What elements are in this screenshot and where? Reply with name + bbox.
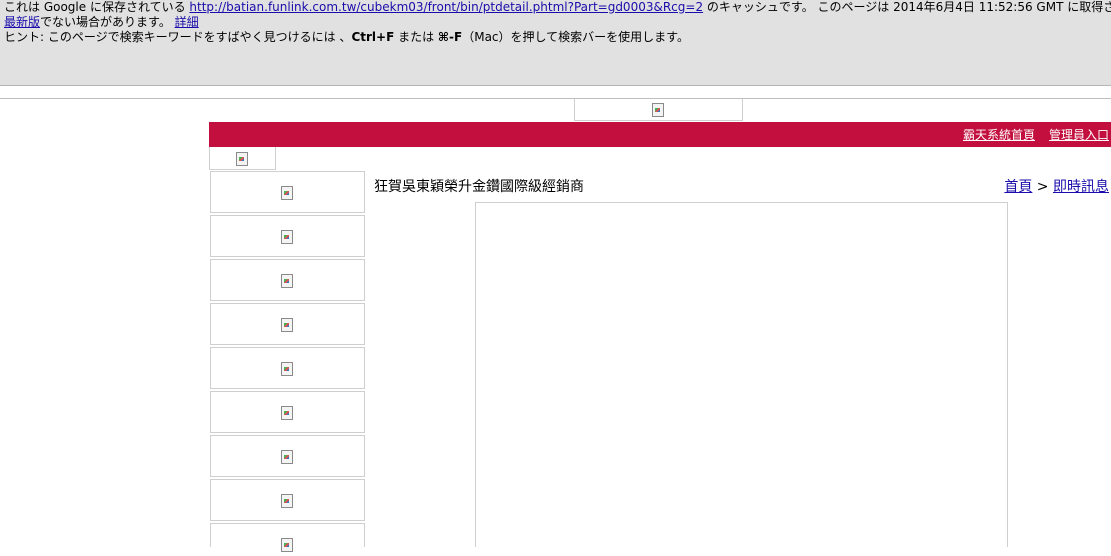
details-link[interactable]: 詳細 xyxy=(175,15,199,29)
nav-link-admin-login[interactable]: 管理員入口 xyxy=(1049,128,1109,142)
hint-prefix: ヒント: このページで検索キーワードをすばやく見つけるには 、 xyxy=(4,30,352,44)
sidebar-item-8[interactable] xyxy=(210,479,365,521)
hint-suffix: （Mac）を押して検索バーを使用します。 xyxy=(462,30,689,44)
broken-image-icon xyxy=(281,494,294,508)
site-logo xyxy=(574,99,743,121)
sidebar-item-3[interactable] xyxy=(210,259,365,301)
broken-image-icon xyxy=(281,230,294,244)
divider xyxy=(0,98,1111,99)
header-nav-bar: 霸天系統首頁 管理員入口 xyxy=(209,122,1111,147)
breadcrumb-home-link[interactable]: 首頁 xyxy=(1004,179,1032,195)
broken-image-icon xyxy=(652,103,665,117)
cache-version-line: 最新版でない場合があります。 詳細 xyxy=(4,15,1111,30)
sidebar-item-1[interactable] xyxy=(210,171,365,213)
hint-mid: または xyxy=(394,30,438,44)
article-content-frame xyxy=(475,202,1008,547)
cache-version-text: でない場合があります。 xyxy=(40,15,175,29)
sidebar-item-2[interactable] xyxy=(210,215,365,257)
sidebar-item-7[interactable] xyxy=(210,435,365,477)
cached-url-link[interactable]: http://batian.funlink.com.tw/cubekm03/fr… xyxy=(189,0,703,14)
broken-image-icon xyxy=(281,274,294,288)
latest-version-link[interactable]: 最新版 xyxy=(4,15,40,29)
sidebar-item-4[interactable] xyxy=(210,303,365,345)
breadcrumb-current-link[interactable]: 即時訊息 xyxy=(1053,179,1109,195)
broken-image-icon xyxy=(281,538,294,552)
hint-shortcut-cmd-f: ⌘-F xyxy=(437,30,463,44)
broken-image-icon xyxy=(281,406,294,420)
page-title: 狂賀吳東穎榮升金鑽國際級經銷商 xyxy=(374,179,584,195)
sidebar-item-5[interactable] xyxy=(210,347,365,389)
broken-image-icon xyxy=(281,450,294,464)
search-hint-line: ヒント: このページで検索キーワードをすばやく見つけるには 、Ctrl+F また… xyxy=(4,30,1111,45)
cache-info-prefix: これは Google に保存されている xyxy=(4,0,190,14)
broken-image-icon xyxy=(281,362,294,376)
sidebar-item-6[interactable] xyxy=(210,391,365,433)
breadcrumb: 首頁 > 即時訊息 xyxy=(1004,176,1109,196)
broken-image-icon xyxy=(281,186,294,200)
header-nav-links: 霸天系統首頁 管理員入口 xyxy=(949,126,1109,143)
nav-link-system-home[interactable]: 霸天系統首頁 xyxy=(963,128,1035,142)
cache-info-line: これは Google に保存されている http://batian.funlin… xyxy=(4,0,1111,15)
breadcrumb-separator: > xyxy=(1032,179,1053,195)
broken-image-icon xyxy=(281,318,294,332)
cache-banner: これは Google に保存されている http://batian.funlin… xyxy=(0,0,1111,86)
broken-image-icon xyxy=(236,152,249,166)
hint-shortcut-ctrl-f: Ctrl+F xyxy=(351,30,395,44)
section-logo xyxy=(209,147,276,170)
sidebar-item-9[interactable] xyxy=(210,523,365,552)
cache-info-suffix: のキャッシュです。 このページは 2014年6月4日 11:52:56 GMT … xyxy=(703,0,1111,14)
